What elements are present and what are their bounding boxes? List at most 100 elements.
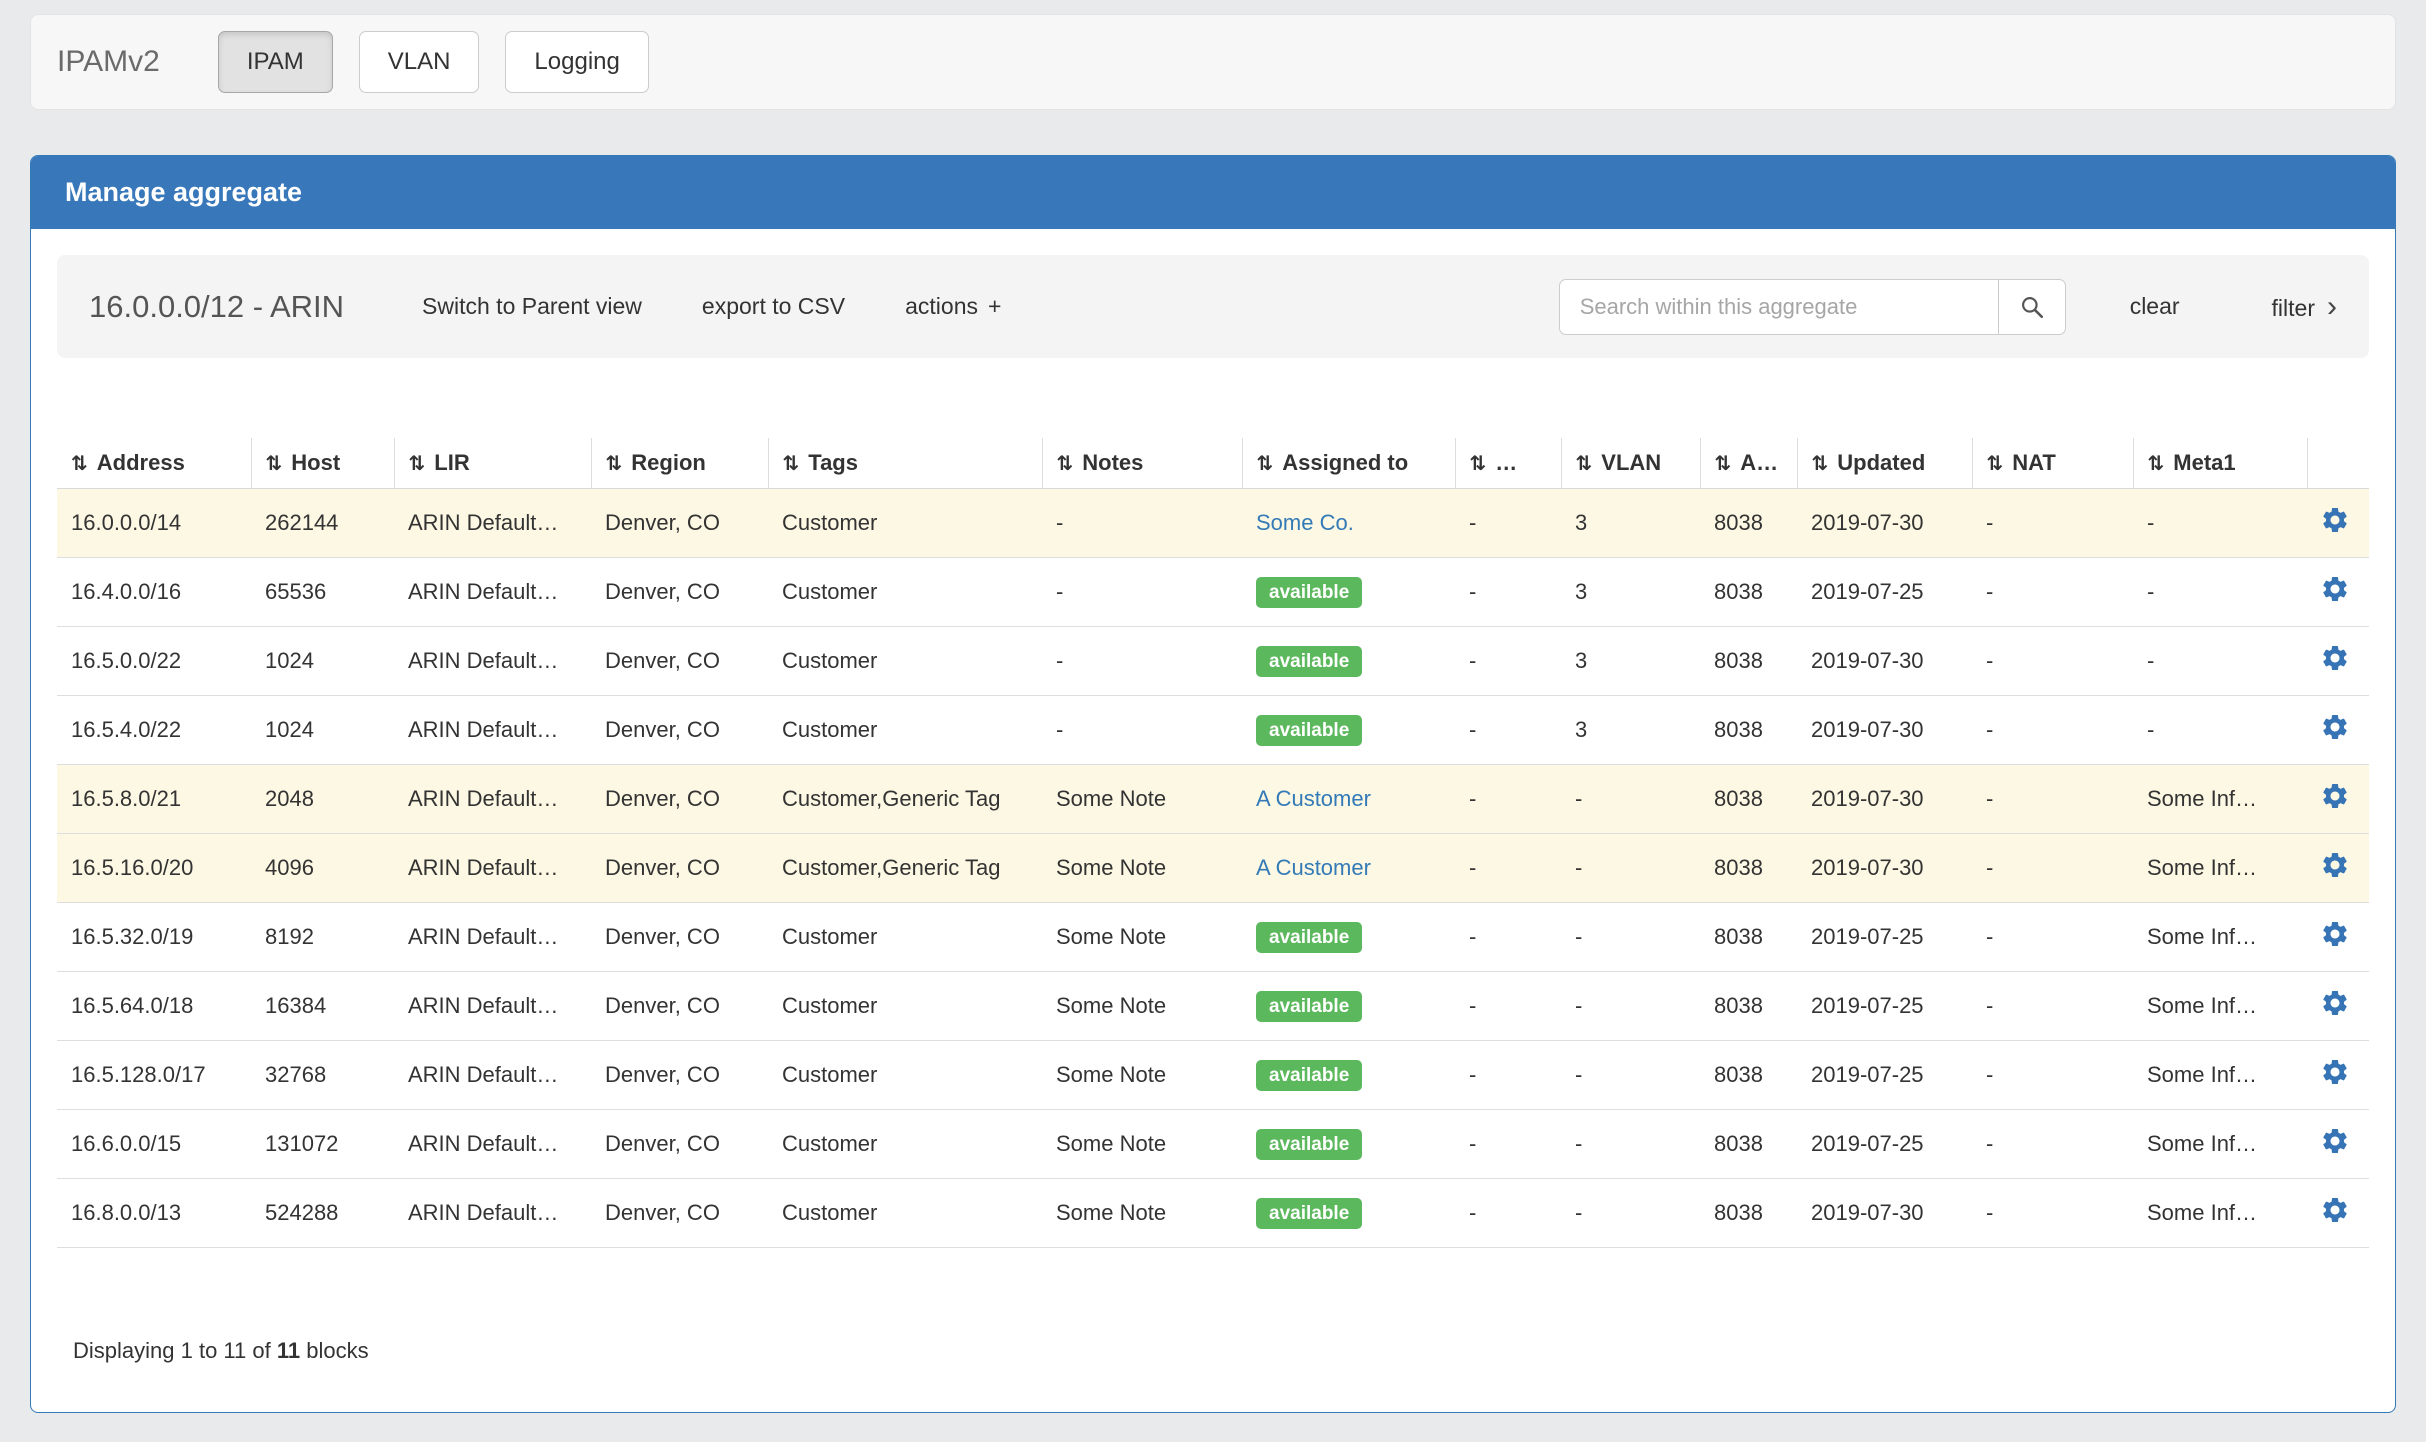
- cell-address: 16.5.32.0/19: [57, 903, 251, 972]
- column-label: NAT: [2012, 450, 2056, 475]
- cell-updated: 2019-07-25: [1797, 972, 1972, 1041]
- cell-gear: [2307, 972, 2369, 1041]
- table-row: 16.5.0.0/221024ARIN Default…Denver, COCu…: [57, 627, 2369, 696]
- clear-link[interactable]: clear: [2130, 293, 2180, 320]
- row-settings-gear-icon[interactable]: [2320, 712, 2350, 742]
- cell-updated: 2019-07-25: [1797, 558, 1972, 627]
- cell-updated: 2019-07-30: [1797, 489, 1972, 558]
- cell-notes: Some Note: [1042, 1179, 1242, 1248]
- cell-tags: Customer: [768, 1041, 1042, 1110]
- row-settings-gear-icon[interactable]: [2320, 919, 2350, 949]
- table-footer: Displaying 1 to 11 of 11 blocks: [73, 1338, 2369, 1364]
- column-label: LIR: [434, 450, 469, 475]
- cell-tags: Customer: [768, 627, 1042, 696]
- cell-notes: -: [1042, 627, 1242, 696]
- cell-notes: -: [1042, 558, 1242, 627]
- cell-assigned: available: [1242, 903, 1455, 972]
- cell-assigned: available: [1242, 627, 1455, 696]
- cell-vlan: -: [1561, 972, 1700, 1041]
- column-label: Tags: [808, 450, 858, 475]
- tab-logging[interactable]: Logging: [505, 31, 648, 93]
- tab-ipam[interactable]: IPAM: [218, 31, 333, 93]
- cell-lir: ARIN Default…: [394, 1110, 591, 1179]
- sort-icon: ⇅: [2148, 453, 2165, 475]
- table-header-row: ⇅Address⇅Host⇅LIR⇅Region⇅Tags⇅Notes⇅Assi…: [57, 438, 2369, 489]
- cell-region: Denver, CO: [591, 489, 768, 558]
- column-label: …: [1495, 450, 1517, 475]
- column-header-updated[interactable]: ⇅Updated: [1797, 438, 1972, 489]
- search-input[interactable]: [1559, 279, 1999, 335]
- row-settings-gear-icon[interactable]: [2320, 1126, 2350, 1156]
- cell-col8: -: [1455, 1041, 1561, 1110]
- column-header-host[interactable]: ⇅Host: [251, 438, 394, 489]
- cell-meta1: Some Inf…: [2133, 765, 2307, 834]
- sort-icon: ⇅: [1257, 453, 1274, 475]
- tab-vlan[interactable]: VLAN: [359, 31, 480, 93]
- column-header-lir[interactable]: ⇅LIR: [394, 438, 591, 489]
- cell-col8: -: [1455, 834, 1561, 903]
- row-settings-gear-icon[interactable]: [2320, 988, 2350, 1018]
- column-header-col8[interactable]: ⇅…: [1455, 438, 1561, 489]
- cell-region: Denver, CO: [591, 765, 768, 834]
- row-settings-gear-icon[interactable]: [2320, 781, 2350, 811]
- column-header-notes[interactable]: ⇅ Notes: [1042, 438, 1242, 489]
- cell-address: 16.5.4.0/22: [57, 696, 251, 765]
- cell-updated: 2019-07-30: [1797, 696, 1972, 765]
- row-settings-gear-icon[interactable]: [2320, 850, 2350, 880]
- cell-address: 16.0.0.0/14: [57, 489, 251, 558]
- column-header-address[interactable]: ⇅Address: [57, 438, 251, 489]
- switch-parent-view-link[interactable]: Switch to Parent view: [422, 293, 642, 320]
- row-settings-gear-icon[interactable]: [2320, 1057, 2350, 1087]
- cell-lir: ARIN Default…: [394, 972, 591, 1041]
- cell-vlan: -: [1561, 1179, 1700, 1248]
- cell-col8: -: [1455, 1110, 1561, 1179]
- column-label: Meta1: [2173, 450, 2235, 475]
- aggregate-title: 16.0.0.0/12 - ARIN: [89, 289, 344, 325]
- column-header-assigned[interactable]: ⇅Assigned to: [1242, 438, 1455, 489]
- cell-gear: [2307, 834, 2369, 903]
- table-row: 16.5.4.0/221024ARIN Default…Denver, COCu…: [57, 696, 2369, 765]
- cell-col8: -: [1455, 903, 1561, 972]
- column-header-nat[interactable]: ⇅NAT: [1972, 438, 2133, 489]
- column-label: Notes: [1082, 450, 1143, 475]
- cell-meta1: Some Inf…: [2133, 1179, 2307, 1248]
- sort-icon: ⇅: [1057, 453, 1074, 475]
- table-row: 16.5.8.0/212048ARIN Default…Denver, COCu…: [57, 765, 2369, 834]
- column-header-a[interactable]: ⇅A…: [1700, 438, 1797, 489]
- row-settings-gear-icon[interactable]: [2320, 574, 2350, 604]
- cell-meta1: Some Inf…: [2133, 834, 2307, 903]
- cell-tags: Customer: [768, 489, 1042, 558]
- column-header-vlan[interactable]: ⇅VLAN: [1561, 438, 1700, 489]
- assigned-to-link[interactable]: A Customer: [1256, 855, 1371, 880]
- cell-lir: ARIN Default…: [394, 1179, 591, 1248]
- assigned-to-link[interactable]: Some Co.: [1256, 510, 1354, 535]
- cell-tags: Customer: [768, 696, 1042, 765]
- row-settings-gear-icon[interactable]: [2320, 643, 2350, 673]
- cell-region: Denver, CO: [591, 558, 768, 627]
- cell-gear: [2307, 627, 2369, 696]
- column-header-tags[interactable]: ⇅Tags: [768, 438, 1042, 489]
- search-button[interactable]: [1998, 279, 2066, 335]
- cell-address: 16.8.0.0/13: [57, 1179, 251, 1248]
- cell-region: Denver, CO: [591, 972, 768, 1041]
- column-header-actions: [2307, 438, 2369, 489]
- cell-address: 16.4.0.0/16: [57, 558, 251, 627]
- cell-a: 8038: [1700, 627, 1797, 696]
- filter-link[interactable]: filter›: [2272, 292, 2337, 322]
- cell-col8: -: [1455, 627, 1561, 696]
- footer-prefix: Displaying 1 to 11 of: [73, 1338, 277, 1363]
- row-settings-gear-icon[interactable]: [2320, 505, 2350, 535]
- assigned-to-link[interactable]: A Customer: [1256, 786, 1371, 811]
- cell-meta1: -: [2133, 627, 2307, 696]
- table-row: 16.0.0.0/14262144ARIN Default…Denver, CO…: [57, 489, 2369, 558]
- actions-menu[interactable]: actions+: [905, 293, 1001, 320]
- available-badge: available: [1256, 922, 1362, 953]
- table-row: 16.5.128.0/1732768ARIN Default…Denver, C…: [57, 1041, 2369, 1110]
- row-settings-gear-icon[interactable]: [2320, 1195, 2350, 1225]
- export-csv-link[interactable]: export to CSV: [702, 293, 845, 320]
- column-header-region[interactable]: ⇅Region: [591, 438, 768, 489]
- cell-address: 16.5.8.0/21: [57, 765, 251, 834]
- cell-host: 1024: [251, 696, 394, 765]
- cell-region: Denver, CO: [591, 1179, 768, 1248]
- column-header-meta1[interactable]: ⇅ Meta1: [2133, 438, 2307, 489]
